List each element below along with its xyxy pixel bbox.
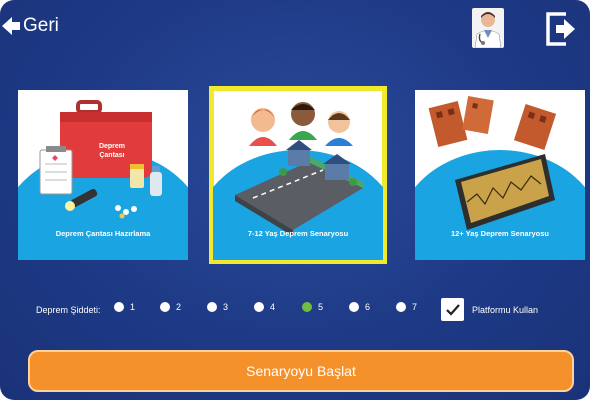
radio-dot — [160, 302, 170, 312]
radio-dot-selected — [302, 302, 312, 312]
severity-row: Deprem Şiddeti: 1 2 3 4 5 6 7 Platformu … — [0, 298, 590, 322]
doctor-avatar-icon[interactable] — [472, 8, 504, 48]
severity-number: 4 — [270, 302, 276, 312]
bag-text: Deprem Çantası — [98, 143, 126, 159]
scenario-label: 12+ Yaş Deprem Senaryosu — [450, 229, 550, 238]
checkmark-icon — [445, 303, 460, 316]
scenario-cards: Deprem Çantası Deprem Çantası Hazırlama — [18, 86, 585, 264]
scenario-label: Deprem Çantası Hazırlama — [55, 229, 151, 238]
back-arrow-icon — [2, 17, 20, 35]
start-scenario-button[interactable]: Senaryoyu Başlat — [28, 350, 574, 392]
severity-option-5[interactable]: 5 — [302, 302, 323, 312]
severity-number: 3 — [223, 302, 229, 312]
severity-option-4[interactable]: 4 — [254, 302, 275, 312]
radio-dot — [207, 302, 217, 312]
scenario-card-bag[interactable]: Deprem Çantası Deprem Çantası Hazırlama — [18, 90, 188, 260]
scenario-card-12-plus[interactable]: 12+ Yaş Deprem Senaryosu — [415, 90, 585, 260]
severity-number: 6 — [365, 302, 371, 312]
severity-number: 7 — [412, 302, 418, 312]
severity-number: 5 — [318, 302, 324, 312]
severity-option-1[interactable]: 1 — [114, 302, 135, 312]
radio-dot — [254, 302, 264, 312]
radio-dot — [349, 302, 359, 312]
scenario-card-7-12[interactable]: 7-12 Yaş Deprem Senaryosu — [209, 86, 387, 264]
severity-number: 2 — [176, 302, 182, 312]
exit-icon[interactable] — [544, 10, 578, 48]
severity-option-3[interactable]: 3 — [207, 302, 228, 312]
radio-dot — [396, 302, 406, 312]
severity-option-6[interactable]: 6 — [349, 302, 370, 312]
severity-option-2[interactable]: 2 — [160, 302, 181, 312]
scenario-label: 7-12 Yaş Deprem Senaryosu — [247, 229, 349, 238]
platform-checkbox[interactable] — [441, 298, 464, 321]
severity-label: Deprem Şiddeti: — [36, 305, 101, 315]
severity-option-7[interactable]: 7 — [396, 302, 417, 312]
app-window: Geri Deprem Çantası Deprem Çantası Hazır… — [0, 0, 590, 400]
severity-number: 1 — [130, 302, 136, 312]
platform-label: Platformu Kullan — [472, 305, 539, 315]
back-button[interactable]: Geri — [2, 12, 59, 40]
start-label: Senaryoyu Başlat — [246, 363, 356, 379]
back-label: Geri — [23, 15, 59, 36]
radio-dot — [114, 302, 124, 312]
